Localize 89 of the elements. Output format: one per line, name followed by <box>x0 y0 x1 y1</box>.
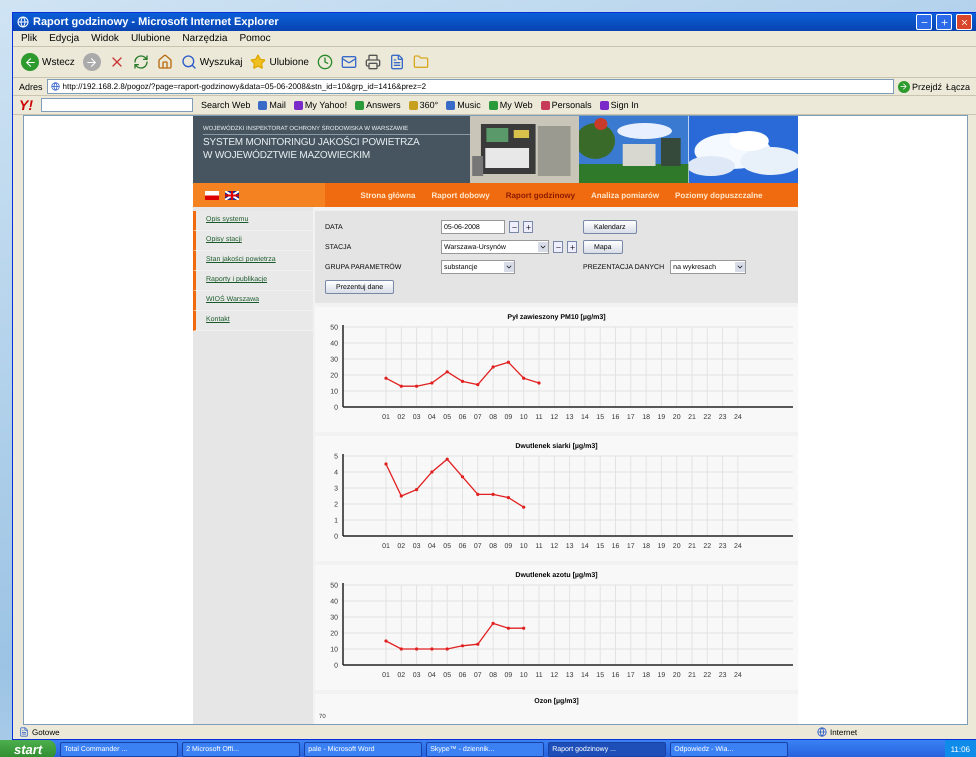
search-icon <box>180 54 197 70</box>
data-point <box>506 626 510 630</box>
go-button[interactable]: Przejdź <box>898 80 942 92</box>
search-web-button[interactable]: Search Web <box>201 100 250 110</box>
history-icon[interactable] <box>316 54 333 70</box>
toolbar-item[interactable]: Music <box>446 100 481 110</box>
data-point <box>446 370 449 374</box>
flag-icon[interactable] <box>205 190 219 200</box>
toolbar-item[interactable]: Answers <box>355 100 401 110</box>
close-icon <box>960 18 968 26</box>
data-point <box>506 360 510 364</box>
data-point <box>492 492 495 496</box>
data-point <box>476 383 480 386</box>
home-icon[interactable] <box>156 54 173 70</box>
menu-item[interactable]: Ulubione <box>130 33 170 44</box>
close-button[interactable] <box>956 14 972 30</box>
start-button[interactable]: start <box>0 740 56 757</box>
status-text: Gotowe <box>32 728 61 736</box>
site-title: SYSTEM MONITORINGU JAKOŚCI POWIETRZA <box>203 137 421 148</box>
data-point <box>430 470 434 474</box>
flag-icon[interactable] <box>225 190 239 200</box>
plus-icon <box>524 224 532 230</box>
mail-icon[interactable] <box>340 54 357 70</box>
data-point <box>400 647 403 651</box>
data-point <box>460 380 464 383</box>
yahoo-logo[interactable]: Y! <box>19 97 33 113</box>
data-point <box>400 494 403 498</box>
data-point <box>476 642 480 646</box>
previous-button[interactable] <box>509 221 519 233</box>
data-point <box>384 376 388 380</box>
maximize-button[interactable] <box>936 14 952 30</box>
data-point <box>400 384 403 388</box>
caret-icon <box>735 262 746 272</box>
data-point <box>522 376 526 380</box>
browser-icon <box>17 16 29 28</box>
star-icon <box>250 54 266 70</box>
menu-item[interactable]: Pomoc <box>239 33 271 44</box>
globe-icon <box>817 727 827 737</box>
toolbar-item[interactable]: Sign In <box>600 100 639 110</box>
menu-item[interactable]: Narzędzia <box>182 33 228 44</box>
menu-item[interactable]: Edycja <box>49 33 80 44</box>
links-label[interactable]: Łącza <box>946 82 970 92</box>
toolbar-item[interactable]: My Web <box>488 100 533 110</box>
data-point <box>460 475 464 478</box>
plus-icon <box>568 244 576 250</box>
data-point <box>415 647 418 651</box>
data-point <box>522 626 526 630</box>
plus-icon <box>940 18 948 26</box>
data-point <box>430 647 434 651</box>
menu-item[interactable]: Widok <box>91 33 119 44</box>
toolbar-item[interactable]: Personals <box>540 100 592 110</box>
caret-icon <box>538 242 548 252</box>
minimize-button[interactable] <box>916 14 932 30</box>
next-button[interactable] <box>523 221 533 233</box>
site-title: W WOJEWÓDZTWIE MAZOWIECKIM <box>203 150 371 161</box>
address-label: Adres <box>19 82 43 92</box>
address-field[interactable]: http://192.168.2.8/pogoz/?page=raport-godzinowy&data=05-06-2008&stn_id=10&grp_id=1416&prez=2 <box>46 79 894 94</box>
data-point <box>446 647 449 651</box>
search-button[interactable]: Wyszukaj <box>180 54 242 70</box>
data-point <box>415 384 418 388</box>
data-point <box>446 458 449 461</box>
page-icon <box>19 727 29 737</box>
window-title: Raport godzinowy - Microsoft Internet Explorer <box>33 16 280 28</box>
data-point <box>384 639 388 643</box>
toolbar-item[interactable]: My Yahoo! <box>294 100 348 110</box>
data-point <box>492 622 495 625</box>
data-point <box>537 381 541 385</box>
refresh-icon[interactable] <box>132 54 149 70</box>
previous-button[interactable] <box>553 241 563 253</box>
next-button[interactable] <box>567 241 577 253</box>
toolbar-item[interactable]: 360° <box>408 100 438 110</box>
data-point <box>430 381 434 385</box>
data-point <box>492 365 495 369</box>
toolbar-item[interactable]: Mail <box>258 100 286 110</box>
data-point <box>522 506 526 509</box>
data-point <box>506 496 510 500</box>
globe-icon <box>50 82 60 91</box>
back-button[interactable]: Wstecz <box>21 53 75 71</box>
data-point <box>476 492 480 496</box>
data-point <box>460 644 464 648</box>
print-icon[interactable] <box>364 54 381 70</box>
caret-icon <box>504 262 514 272</box>
data-point <box>384 462 388 466</box>
favorites-button[interactable]: Ulubione <box>250 54 309 70</box>
clock: 11:06 <box>944 740 976 757</box>
yahoo-search-field[interactable] <box>41 98 193 112</box>
zone-text: Internet <box>830 728 858 736</box>
menu-item[interactable]: Plik <box>21 33 38 44</box>
data-point <box>415 488 418 492</box>
